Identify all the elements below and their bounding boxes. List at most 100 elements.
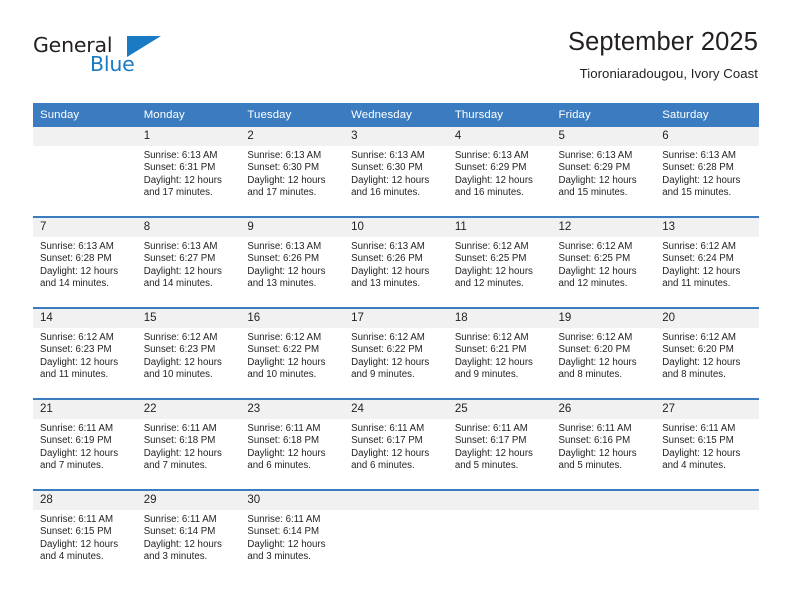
sunset-text: Sunset: 6:23 PM bbox=[143, 344, 216, 356]
daylight-text: and 5 minutes. bbox=[558, 460, 623, 472]
calendar-day-cell-empty bbox=[447, 489, 552, 580]
sunrise-text: Sunrise: 6:12 AM bbox=[558, 241, 633, 252]
calendar-day-cell[interactable]: 16 Sunrise: 6:12 AM Sunset: 6:22 PM Dayligh… bbox=[240, 307, 345, 399]
calendar-table: Sunday Monday Tuesday Wednesday Thursday Frid… bbox=[33, 103, 759, 580]
day-number: 17 bbox=[344, 309, 448, 328]
day-number: 26 bbox=[551, 400, 656, 419]
day-number: 2 bbox=[240, 127, 345, 146]
day-number bbox=[447, 491, 552, 510]
sunset-text: Sunset: 6:31 PM bbox=[143, 162, 216, 174]
daylight-text: and 15 minutes. bbox=[662, 187, 732, 199]
general-blue-logo: General Blue bbox=[33, 33, 163, 79]
daylight-text: Daylight: 12 hours bbox=[247, 265, 326, 277]
calendar-week-row: 7 Sunrise: 6:13 AM Sunset: 6:28 PM Daylight… bbox=[33, 216, 759, 308]
day-number: 3 bbox=[344, 127, 448, 146]
day-number bbox=[344, 491, 448, 510]
day-number: 15 bbox=[136, 309, 241, 328]
calendar-day-cell[interactable]: 21 Sunrise: 6:11 AM Sunset: 6:19 PM Dayligh… bbox=[33, 398, 137, 490]
sunrise-text: Sunrise: 6:12 AM bbox=[454, 241, 529, 252]
calendar-day-cell[interactable]: 27 Sunrise: 6:11 AM Sunset: 6:15 PM Dayligh… bbox=[655, 398, 759, 490]
day-number: 27 bbox=[655, 400, 759, 419]
calendar-day-cell[interactable]: 6 Sunrise: 6:13 AM Sunset: 6:28 PM Daylight… bbox=[655, 127, 759, 217]
calendar-day-cell[interactable]: 8 Sunrise: 6:13 AM Sunset: 6:27 PM Daylight… bbox=[136, 216, 241, 308]
daylight-text: Daylight: 12 hours bbox=[558, 174, 637, 186]
calendar-day-cell[interactable]: 5 Sunrise: 6:13 AM Sunset: 6:29 PM Daylight… bbox=[551, 127, 656, 217]
day-number bbox=[33, 127, 137, 146]
sunrise-text: Sunrise: 6:11 AM bbox=[662, 423, 736, 434]
day-details: Sunrise: 6:12 AM Sunset: 6:22 PM Daylight:… bbox=[240, 328, 344, 382]
calendar-day-cell[interactable]: 22 Sunrise: 6:11 AM Sunset: 6:18 PM Dayligh… bbox=[136, 398, 241, 490]
calendar-week-row: 14 Sunrise: 6:12 AM Sunset: 6:23 PM Dayligh… bbox=[33, 307, 759, 399]
daylight-text: Daylight: 12 hours bbox=[558, 447, 637, 459]
calendar-day-cell[interactable]: 25 Sunrise: 6:11 AM Sunset: 6:17 PM Dayligh… bbox=[447, 398, 552, 490]
daylight-text: Daylight: 12 hours bbox=[40, 265, 119, 277]
daylight-text: and 12 minutes. bbox=[454, 278, 524, 290]
daylight-text: Daylight: 12 hours bbox=[247, 174, 326, 186]
day-details: Sunrise: 6:13 AM Sunset: 6:27 PM Daylight:… bbox=[137, 237, 241, 291]
daylight-text: and 6 minutes. bbox=[351, 460, 415, 472]
sunset-text: Sunset: 6:25 PM bbox=[558, 253, 631, 265]
day-number: 16 bbox=[240, 309, 345, 328]
calendar-day-cell[interactable]: 14 Sunrise: 6:12 AM Sunset: 6:23 PM Dayligh… bbox=[33, 307, 137, 399]
weekday-header-tuesday: Tuesday bbox=[240, 103, 345, 127]
calendar-day-cell[interactable]: 4 Sunrise: 6:13 AM Sunset: 6:29 PM Daylight… bbox=[447, 127, 552, 217]
sunset-text: Sunset: 6:22 PM bbox=[351, 344, 423, 356]
day-details: Sunrise: 6:12 AM Sunset: 6:25 PM Daylight:… bbox=[552, 237, 656, 291]
daylight-text: and 4 minutes. bbox=[662, 460, 726, 472]
day-details: Sunrise: 6:13 AM Sunset: 6:29 PM Daylight:… bbox=[552, 146, 656, 200]
calendar-day-cell[interactable]: 19 Sunrise: 6:12 AM Sunset: 6:20 PM Dayligh… bbox=[551, 307, 656, 399]
sunrise-text: Sunrise: 6:12 AM bbox=[247, 332, 322, 343]
sunset-text: Sunset: 6:18 PM bbox=[143, 435, 216, 447]
day-number: 9 bbox=[240, 218, 345, 237]
weekday-header-wednesday: Wednesday bbox=[344, 103, 448, 127]
sunrise-text: Sunrise: 6:11 AM bbox=[143, 423, 217, 434]
sunrise-text: Sunrise: 6:13 AM bbox=[143, 241, 218, 252]
sunrise-text: Sunrise: 6:11 AM bbox=[558, 423, 632, 434]
daylight-text: Daylight: 12 hours bbox=[662, 447, 741, 459]
day-number: 5 bbox=[551, 127, 656, 146]
calendar-day-cell[interactable]: 28 Sunrise: 6:11 AM Sunset: 6:15 PM Dayligh… bbox=[33, 489, 137, 580]
sunset-text: Sunset: 6:24 PM bbox=[662, 253, 734, 265]
daylight-text: and 6 minutes. bbox=[247, 460, 311, 472]
sunset-text: Sunset: 6:25 PM bbox=[454, 253, 527, 265]
daylight-text: Daylight: 12 hours bbox=[454, 356, 533, 368]
calendar-day-cell[interactable]: 24 Sunrise: 6:11 AM Sunset: 6:17 PM Dayligh… bbox=[344, 398, 448, 490]
sunrise-text: Sunrise: 6:12 AM bbox=[143, 332, 218, 343]
calendar-day-cell[interactable]: 7 Sunrise: 6:13 AM Sunset: 6:28 PM Daylight… bbox=[33, 216, 137, 308]
calendar-day-cell[interactable]: 17 Sunrise: 6:12 AM Sunset: 6:22 PM Dayligh… bbox=[344, 307, 448, 399]
day-number bbox=[655, 491, 759, 510]
calendar-week-row: 1 Sunrise: 6:13 AM Sunset: 6:31 PM Daylight… bbox=[33, 127, 759, 217]
calendar-day-cell[interactable]: 9 Sunrise: 6:13 AM Sunset: 6:26 PM Daylight… bbox=[240, 216, 345, 308]
day-number: 23 bbox=[240, 400, 345, 419]
day-number: 25 bbox=[447, 400, 552, 419]
day-number: 30 bbox=[240, 491, 345, 510]
calendar-day-cell[interactable]: 2 Sunrise: 6:13 AM Sunset: 6:30 PM Daylight… bbox=[240, 127, 345, 217]
day-number: 11 bbox=[447, 218, 552, 237]
sunset-text: Sunset: 6:16 PM bbox=[558, 435, 631, 447]
calendar-day-cell[interactable]: 29 Sunrise: 6:11 AM Sunset: 6:14 PM Dayligh… bbox=[136, 489, 241, 580]
calendar-day-cell[interactable]: 3 Sunrise: 6:13 AM Sunset: 6:30 PM Daylight… bbox=[344, 127, 448, 217]
daylight-text: Daylight: 12 hours bbox=[351, 447, 430, 459]
weekday-header-saturday: Saturday bbox=[655, 103, 759, 127]
calendar-day-cell[interactable]: 20 Sunrise: 6:12 AM Sunset: 6:20 PM Dayligh… bbox=[655, 307, 759, 399]
daylight-text: Daylight: 12 hours bbox=[558, 356, 637, 368]
logo-text-blue: Blue bbox=[90, 52, 135, 76]
calendar-day-cell[interactable]: 30 Sunrise: 6:11 AM Sunset: 6:14 PM Dayligh… bbox=[240, 489, 345, 580]
calendar-day-cell[interactable]: 10 Sunrise: 6:13 AM Sunset: 6:26 PM Dayligh… bbox=[344, 216, 448, 308]
day-details: Sunrise: 6:11 AM Sunset: 6:18 PM Daylight:… bbox=[240, 419, 344, 473]
calendar-day-cell[interactable]: 11 Sunrise: 6:12 AM Sunset: 6:25 PM Dayligh… bbox=[447, 216, 552, 308]
calendar-day-cell[interactable]: 12 Sunrise: 6:12 AM Sunset: 6:25 PM Dayligh… bbox=[551, 216, 656, 308]
sunset-text: Sunset: 6:14 PM bbox=[143, 526, 216, 538]
sunrise-text: Sunrise: 6:12 AM bbox=[454, 332, 529, 343]
sunrise-text: Sunrise: 6:11 AM bbox=[247, 423, 321, 434]
sunrise-text: Sunrise: 6:12 AM bbox=[40, 332, 114, 343]
daylight-text: and 11 minutes. bbox=[662, 278, 731, 290]
calendar-day-cell[interactable]: 13 Sunrise: 6:12 AM Sunset: 6:24 PM Dayligh… bbox=[655, 216, 759, 308]
calendar-day-cell[interactable]: 23 Sunrise: 6:11 AM Sunset: 6:18 PM Dayligh… bbox=[240, 398, 345, 490]
calendar-day-cell[interactable]: 26 Sunrise: 6:11 AM Sunset: 6:16 PM Dayligh… bbox=[551, 398, 656, 490]
calendar-day-cell[interactable]: 15 Sunrise: 6:12 AM Sunset: 6:23 PM Dayligh… bbox=[136, 307, 241, 399]
calendar-day-cell[interactable]: 18 Sunrise: 6:12 AM Sunset: 6:21 PM Dayligh… bbox=[447, 307, 552, 399]
sunrise-text: Sunrise: 6:13 AM bbox=[558, 150, 633, 161]
sunrise-text: Sunrise: 6:11 AM bbox=[351, 423, 425, 434]
calendar-day-cell[interactable]: 1 Sunrise: 6:13 AM Sunset: 6:31 PM Daylight… bbox=[136, 127, 241, 217]
